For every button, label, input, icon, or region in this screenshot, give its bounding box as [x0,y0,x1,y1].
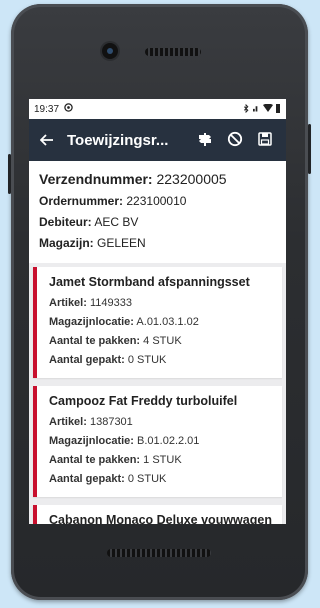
pick-item-card[interactable]: Campooz Fat Freddy turboluifel Artikel: … [33,386,282,497]
wifi-icon [263,103,273,114]
side-button-left [8,154,11,194]
to-pick-label: Aantal te pakken: [49,335,141,347]
picked-value: 0 STUK [127,473,167,485]
article-label: Artikel: [49,416,87,428]
to-pick-value: 1 STUK [143,454,182,466]
article-row: Artikel: 1387301 [49,416,274,428]
location-row: Magazijnlocatie: A.01.03.1.02 [49,316,274,328]
side-button-right [308,124,311,174]
top-speaker-grille [145,48,201,56]
pick-item-list: Jamet Stormband afspanningsset Artikel: … [29,263,286,524]
warehouse-value: GELEEN [97,236,146,250]
phone-screen: 19:37 Toewijzingsr... Verzendnummer: 223… [29,99,286,524]
picked-value: 0 STUK [127,354,167,366]
picked-row: Aantal gepakt: 0 STUK [49,354,274,366]
save-icon[interactable] [250,131,280,149]
bluetooth-icon [243,103,250,115]
to-pick-row: Aantal te pakken: 1 STUK [49,454,274,466]
bottom-speaker-grille [107,549,211,557]
location-value: A.01.03.1.02 [136,316,199,328]
article-label: Artikel: [49,297,87,309]
article-row: Artikel: 1149333 [49,297,274,309]
status-bar: 19:37 [29,99,286,119]
status-time: 19:37 [34,103,60,115]
picked-label: Aantal gepakt: [49,473,125,485]
article-value: 1387301 [89,416,133,428]
location-label: Magazijnlocatie: [49,435,134,447]
item-name: Cabanon Monaco Deluxe vouwwagen [49,513,272,524]
block-icon[interactable] [220,131,250,150]
to-pick-label: Aantal te pakken: [49,454,141,466]
warehouse-line: Magazijn: GELEEN [39,236,276,250]
debtor-line: Debiteur: AEC BV [39,215,276,229]
picked-label: Aantal gepakt: [49,354,125,366]
location-label: Magazijnlocatie: [49,316,134,328]
location-value: B.01.02.2.01 [137,435,200,447]
item-name: Jamet Stormband afspanningsset [49,275,250,289]
warehouse-label: Magazijn: [39,236,94,250]
pick-item-card[interactable]: Cabanon Monaco Deluxe vouwwagen [33,505,282,524]
pick-item-card[interactable]: Jamet Stormband afspanningsset Artikel: … [33,267,282,378]
to-pick-row: Aantal te pakken: 4 STUK [49,335,274,347]
picked-row: Aantal gepakt: 0 STUK [49,473,274,485]
to-pick-value: 4 STUK [143,335,182,347]
front-camera [102,43,118,59]
item-name: Campooz Fat Freddy turboluifel [49,394,238,408]
notification-icon [64,103,73,115]
debtor-label: Debiteur: [39,215,92,229]
signpost-icon[interactable] [190,131,220,150]
article-value: 1149333 [89,297,132,309]
order-header: Verzendnummer: 223200005 Ordernummer: 22… [29,161,286,263]
order-number-line: Ordernummer: 223100010 [39,194,276,208]
back-arrow-icon[interactable] [35,130,59,151]
app-bar: Toewijzingsr... [29,119,286,161]
order-number-label: Ordernummer: [39,194,124,208]
shipment-number-label: Verzendnummer: [39,171,153,187]
status-icons [243,103,280,115]
order-number-value: 223100010 [126,194,187,208]
signal-icon [253,104,260,114]
shipment-number-value: 223200005 [156,171,227,187]
debtor-value: AEC BV [94,215,139,229]
page-title: Toewijzingsr... [67,131,169,149]
shipment-number-line: Verzendnummer: 223200005 [39,171,276,187]
battery-icon [276,103,280,115]
location-row: Magazijnlocatie: B.01.02.2.01 [49,435,274,447]
